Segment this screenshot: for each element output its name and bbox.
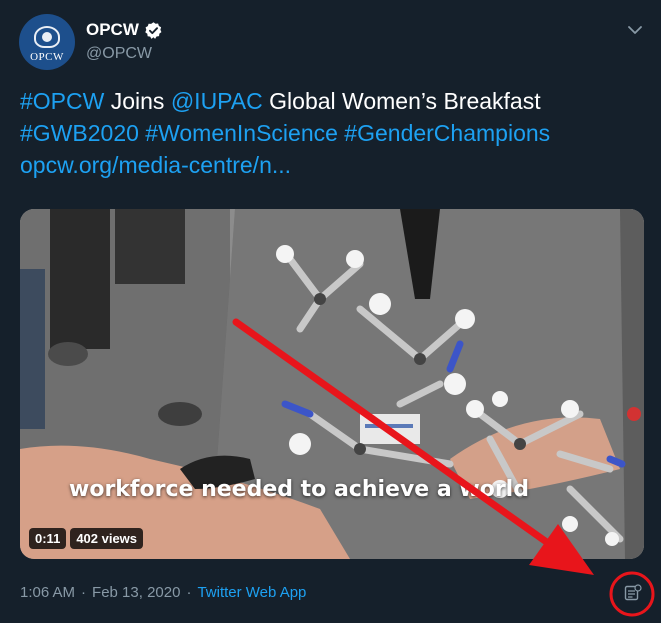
verified-badge-icon	[145, 21, 162, 39]
tweet-text-joins: Joins	[104, 88, 171, 114]
tweet-text-rest: Global Women’s Breakfast	[262, 88, 541, 114]
video-badges: 0:11 402 views	[29, 528, 144, 549]
tweet-link[interactable]: opcw.org/media-centre/n...	[20, 149, 650, 181]
avatar[interactable]: OPCW	[19, 14, 75, 70]
tweet-time[interactable]: 1:06 AM	[20, 584, 75, 601]
opcw-logo	[34, 25, 60, 48]
mention-iupac[interactable]: @IUPAC	[171, 88, 263, 114]
video-frame	[20, 209, 644, 559]
avatar-logo-text: OPCW	[30, 50, 64, 63]
hashtags-line[interactable]: #GWB2020 #WomenInScience #GenderChampion…	[20, 117, 650, 149]
tweet-text: #OPCW Joins @IUPAC Global Women’s Breakf…	[20, 85, 650, 181]
chevron-down-icon[interactable]	[627, 22, 643, 38]
footer-separator: ·	[186, 584, 192, 601]
tweet: OPCW OPCW @OPCW #OPCW Joins @IUPAC Globa…	[0, 0, 661, 623]
handle[interactable]: @OPCW	[86, 45, 152, 63]
display-name[interactable]: OPCW	[86, 20, 139, 40]
hashtag-opcw[interactable]: #OPCW	[20, 88, 104, 114]
video-views-badge: 402 views	[70, 528, 144, 549]
tweet-date[interactable]: Feb 13, 2020	[92, 584, 180, 601]
video-caption: workforce needed to achieve a world	[69, 477, 529, 502]
analytics-icon[interactable]	[624, 584, 642, 602]
video-time-badge: 0:11	[29, 528, 67, 549]
tweet-source[interactable]: Twitter Web App	[197, 584, 306, 601]
video-player[interactable]: workforce needed to achieve a world 0:11…	[20, 209, 644, 559]
tweet-footer: 1:06 AM · Feb 13, 2020 · Twitter Web App	[20, 584, 306, 601]
tweet-line-1: #OPCW Joins @IUPAC Global Women’s Breakf…	[20, 85, 650, 117]
footer-separator: ·	[81, 584, 87, 601]
name-row: OPCW	[86, 20, 163, 40]
